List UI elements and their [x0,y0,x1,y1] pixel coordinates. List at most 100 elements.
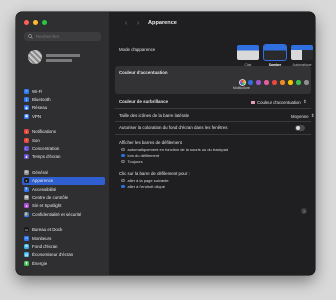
accent-color-label: Couleur d'accentuation [119,70,168,75]
divider [115,134,311,135]
radio-label: aller à l'endroit cliqué [127,184,165,189]
sidebar-item-label: Énergie [32,260,48,266]
sidebar-item-icon: ⚙ [24,169,29,175]
sidebar-item-label: Siri et Spotlight [32,203,62,209]
radio-button[interactable] [121,153,125,158]
highlight-color-popup[interactable]: Couleur d'accentuation ⇕ [251,99,306,105]
accent-color-swatch[interactable] [256,80,261,85]
avatar [28,50,42,64]
toolbar: ‹ › Apparence [109,12,315,34]
highlight-swatch [251,100,255,104]
scrollbars-option-auto[interactable]: automatiquement en fonction de la souris… [121,147,228,152]
sidebar-item-label: Concentration [32,146,60,152]
sidebar-item-icon: ⧗ [24,154,29,160]
sidebar-icon-size-label: Taille des icônes de la barre latérale [119,113,190,118]
search-icon [28,34,33,39]
sidebar-item-icon: ≈ [24,88,29,94]
sidebar-item-icon: ▣ [24,113,29,119]
sidebar-icon-size-value: Moyenne [291,113,309,119]
accent-color-swatch[interactable] [288,80,293,85]
minimize-button[interactable] [33,20,38,25]
sidebar-item-label: Fond d'écran [32,243,58,249]
sidebar-item-label: Notifications [32,129,56,135]
scrollbars-option-always[interactable]: Toujours [121,159,143,164]
sidebar-item-icon: ◉ [24,105,29,111]
divider [115,121,311,122]
scrollbar-click-label: Clic sur la barre de défilement pour : [119,171,190,176]
radio-button[interactable] [121,184,125,189]
sidebar-item-r-seau[interactable]: ◉ Réseau [22,104,105,112]
theme-dark-thumbnail[interactable] [262,43,288,62]
settings-window: ≈Wi-FiᛒBluetooth◉Réseau▣VPN ▪Notification… [16,12,315,275]
sidebar-item-vpn[interactable]: ▣ VPN [22,112,105,120]
sidebar-item-nergie[interactable]: ▮ Énergie [22,259,105,267]
sidebar-item-fond-d-cran[interactable]: ✿ Fond d'écran [22,242,105,250]
theme-light[interactable]: Clair [237,45,259,67]
sidebar-item-icon: ᛒ [24,97,29,103]
account-name-redacted [46,54,80,64]
sidebar-item-icon: ▮ [24,260,29,266]
sidebar-item-label: Moniteurs [32,235,52,241]
sidebar-item-bluetooth[interactable]: ᛒ Bluetooth [22,95,105,103]
sidebar-item-notifications[interactable]: ▪ Notifications [22,128,105,136]
sidebar-icon-size-popup[interactable]: Moyenne ⇕ [291,113,314,119]
sidebar-item-wi-fi[interactable]: ≈ Wi-Fi [22,87,105,95]
accent-color-swatch[interactable] [272,80,277,85]
radio-button[interactable] [121,147,125,152]
accent-selected-caption: Multicolore [233,86,250,90]
radio-label: automatiquement en fonction de la souris… [127,147,229,152]
sidebar-item-confidentialit-et-s-curit[interactable]: ✋ Confidentialité et sécurité [22,210,105,218]
sidebar-item-conomiseur-d-cran[interactable]: ▨ Économiseur d'écran [22,251,105,259]
zoom-button[interactable] [42,20,47,25]
theme-light-thumbnail[interactable] [237,45,259,60]
accent-color-swatch[interactable] [296,80,301,85]
sidebar-item-icon: ♪ [24,137,29,143]
sidebar-item-apparence[interactable]: ◐ Apparence [22,176,105,185]
back-button[interactable]: ‹ [121,20,131,27]
accent-color-swatches [240,80,309,85]
radio-button[interactable] [121,159,125,164]
sidebar-item-accessibilit[interactable]: ♿ Accessibilité [22,185,105,193]
accent-color-swatch[interactable] [280,80,285,85]
sidebar-item-icon: ◐ [24,178,29,184]
main-pane: ‹ › Apparence Mode d'apparence Clair Som… [109,12,315,275]
highlight-color-label: Couleur de surbrillance [119,99,169,104]
popup-chevron-icon: ⇕ [310,113,315,118]
accent-color-swatch[interactable] [248,80,253,85]
search-input[interactable] [36,34,96,39]
sidebar-item-son[interactable]: ♪ Son [22,136,105,144]
sidebar-item-label: Apparence [32,178,54,184]
sidebar-item-siri-et-spotlight[interactable]: ● Siri et Spotlight [22,202,105,210]
theme-dark[interactable]: Sombre [262,43,288,67]
scrollclick-option-clicked-spot[interactable]: aller à l'endroit cliqué [121,184,165,189]
help-button[interactable]: ? [301,208,307,214]
wallpaper-tinting-toggle[interactable] [295,125,305,131]
accent-color-swatch[interactable] [264,80,269,85]
search-field[interactable] [24,32,101,41]
radio-button[interactable] [121,178,125,183]
sidebar-item-bureau-et-dock[interactable]: ▭ Bureau et Dock [22,225,105,233]
account-profile[interactable] [26,46,86,76]
radio-label: lors du défilement [127,153,160,158]
sidebar-item-concentration[interactable]: ☾ Concentration [22,144,105,152]
sidebar-item-label: Bureau et Dock [32,227,63,233]
close-button[interactable] [24,20,29,25]
sidebar-item-moniteurs[interactable]: ▭ Moniteurs [22,234,105,242]
forward-button[interactable]: › [133,20,143,27]
sidebar-item-label: Temps d'écran [32,154,61,160]
scrollclick-option-next-page[interactable]: aller à la page suivante [121,178,169,183]
sidebar-item-centre-de-contr-le[interactable]: ▤ Centre de contrôle [22,193,105,201]
accent-color-swatch[interactable] [240,80,245,85]
scrollbars-option-scrolling[interactable]: lors du défilement [121,153,159,158]
theme-auto[interactable]: Automatique [291,45,313,67]
sidebar-item-icon: ▭ [24,227,29,233]
sidebar-item-icon: ✋ [24,211,29,217]
sidebar-item-label: Son [32,137,40,143]
sidebar-item-g-n-ral[interactable]: ⚙ Général [22,168,105,176]
sidebar-item-temps-d-cran[interactable]: ⧗ Temps d'écran [22,153,105,161]
sidebar-item-label: Général [32,169,48,175]
sidebar: ≈Wi-FiᛒBluetooth◉Réseau▣VPN ▪Notification… [16,12,110,275]
theme-auto-thumbnail[interactable] [291,45,313,60]
sidebar-item-icon: ✿ [24,243,29,249]
accent-color-swatch[interactable] [304,80,309,85]
